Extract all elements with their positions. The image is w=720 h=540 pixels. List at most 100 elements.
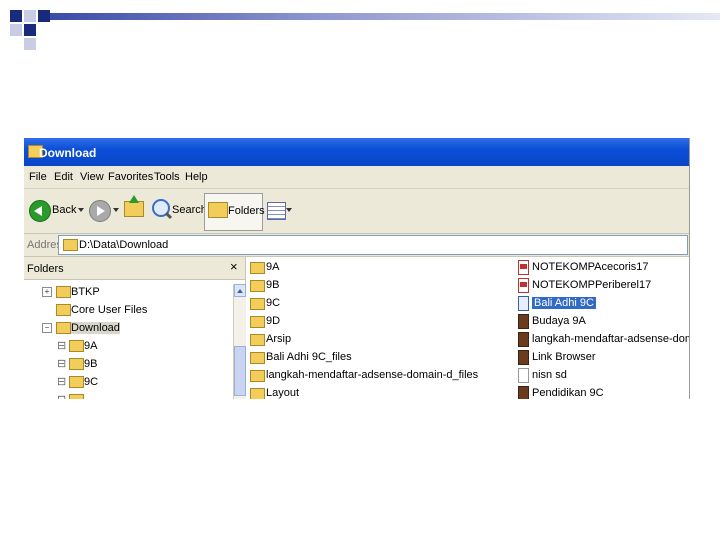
tree-item-label: 9C [84,376,99,388]
menu-help[interactable]: Help [185,171,208,183]
list-item[interactable]: nisn sd [516,368,686,384]
app-icon [518,350,529,365]
tree-item-label: Core User Files [71,304,148,316]
list-item[interactable]: langkah-mendaftar-adsense-domain-di [516,332,689,348]
menu-view[interactable]: View [80,171,104,183]
app-icon [518,386,529,399]
web-page-icon [518,296,529,311]
folder-icon [250,352,265,364]
menu-favorites[interactable]: Favorites [108,171,153,183]
list-item[interactable]: 9D [250,314,470,330]
menu-edit[interactable]: Edit [54,171,73,183]
tree-item-label: 9B [84,358,98,370]
tree-item-download[interactable]: − Download [24,320,229,336]
app-icon [518,314,529,329]
folders-icon [208,202,228,218]
folder-icon [69,340,84,352]
folder-icon [250,262,265,274]
title-bar[interactable]: Download [24,138,689,166]
list-item[interactable]: NOTEKOMPAcecoris17 [516,260,686,276]
menu-bar: File Edit View Favorites Tools Help [24,166,689,189]
file-name: 9C [266,297,281,309]
menu-tools[interactable]: Tools [154,171,180,183]
window-title: Download [39,146,97,160]
folder-icon [56,304,71,316]
tree-item-9b[interactable]: ⊟ 9B [24,356,229,372]
tree-item-label: 9A [84,340,98,352]
file-name: Arsip [266,333,292,345]
chevron-down-icon[interactable] [113,208,119,212]
folder-icon [250,280,265,292]
decoration-square [24,24,36,36]
address-value: D:\Data\Download [79,239,169,251]
file-name: NOTEKOMPAcecoris17 [532,261,649,273]
list-item[interactable]: Link Browser [516,350,686,366]
folders-pane-title: Folders [27,263,64,275]
list-item[interactable]: Bali Adhi 9C_files [250,350,470,366]
list-item-selected[interactable]: Bali Adhi 9C [516,296,686,312]
decoration-square [38,10,50,22]
folders-pane: Folders × + BTKP Core User Files − Downl… [24,257,246,399]
folder-up-icon[interactable] [124,195,144,217]
folder-icon [250,316,265,328]
list-item[interactable]: Arsip [250,332,470,348]
file-name: Bali Adhi 9C_files [266,351,352,363]
address-input[interactable]: D:\Data\Download [58,235,688,255]
decoration-bar [50,13,720,20]
folder-icon [69,394,84,399]
folder-icon [250,298,265,310]
folder-icon [250,370,265,382]
chevron-down-icon[interactable] [78,208,84,212]
pdf-icon [518,278,529,293]
views-icon[interactable] [267,202,286,220]
folder-icon [56,322,71,334]
scroll-up-icon[interactable] [234,284,246,297]
app-icon [518,332,529,347]
file-name: 9B [266,279,280,291]
folders-button-label: Folders [228,205,265,217]
list-item[interactable]: langkah-mendaftar-adsense-domain-d_files [250,368,500,384]
forward-arrow-icon[interactable] [89,200,111,222]
file-name: NOTEKOMPPeriberel17 [532,279,652,291]
list-item[interactable]: Budaya 9A [516,314,686,330]
file-icon [518,368,529,383]
tree-line-icon: ⊟ [57,376,67,388]
vertical-scrollbar[interactable] [233,284,246,399]
chevron-down-icon[interactable] [286,208,292,212]
close-icon[interactable]: × [230,259,238,274]
back-button-label[interactable]: Back [52,204,76,216]
tree-line-icon: ⊟ [57,393,66,399]
list-item[interactable]: 9A [250,260,470,276]
folders-pane-header: Folders × [24,257,245,280]
decoration-square [10,10,22,22]
decoration-square [24,10,36,22]
file-name: Budaya 9A [532,315,586,327]
folder-icon [69,376,84,388]
folders-button[interactable]: Folders [204,193,265,231]
scrollbar-thumb[interactable] [234,346,246,396]
tree-item-partial[interactable]: ⊟ [24,392,229,399]
folder-icon [56,286,71,298]
file-name: 9D [266,315,281,327]
decoration-square [24,38,36,50]
tree-item-9a[interactable]: ⊟ 9A [24,338,229,354]
list-item[interactable]: 9C [250,296,470,312]
tree-item-9c[interactable]: ⊟ 9C [24,374,229,390]
file-name: Layout [266,387,300,399]
search-button-label[interactable]: Search [172,204,207,216]
tree-item-btkp[interactable]: + BTKP [24,284,229,300]
list-item[interactable]: 9B [250,278,470,294]
explorer-window: Download File Edit View Favorites Tools … [24,138,690,399]
list-item[interactable]: Pendidikan 9C [516,386,686,399]
file-name: 9A [266,261,280,273]
menu-file[interactable]: File [29,171,47,183]
search-icon[interactable] [152,199,170,217]
tree-line-icon: ⊟ [57,340,67,352]
list-item[interactable]: NOTEKOMPPeriberel17 [516,278,686,294]
expand-icon[interactable]: + [42,287,52,297]
file-name: Link Browser [532,351,596,363]
tree-item-core-user-files[interactable]: Core User Files [24,302,229,318]
list-item[interactable]: Layout [250,386,470,399]
collapse-icon[interactable]: − [42,323,52,333]
back-arrow-icon[interactable] [29,200,51,222]
